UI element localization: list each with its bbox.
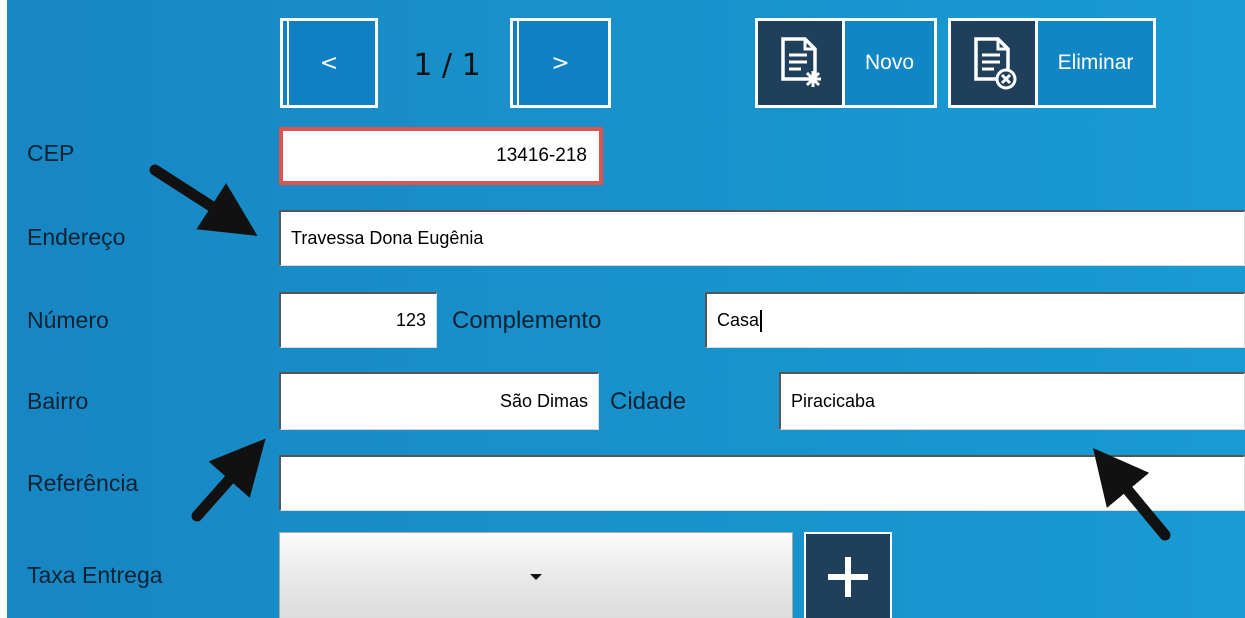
arrow-to-endereco-icon — [149, 164, 258, 236]
arrow-to-bairro-icon — [191, 438, 266, 522]
arrow-to-cidade-icon — [1092, 448, 1171, 541]
annotation-arrows — [149, 164, 1171, 541]
form-panel: < 1 / 1 > Novo Eliminar CEP 13416-218 En… — [7, 0, 1245, 618]
